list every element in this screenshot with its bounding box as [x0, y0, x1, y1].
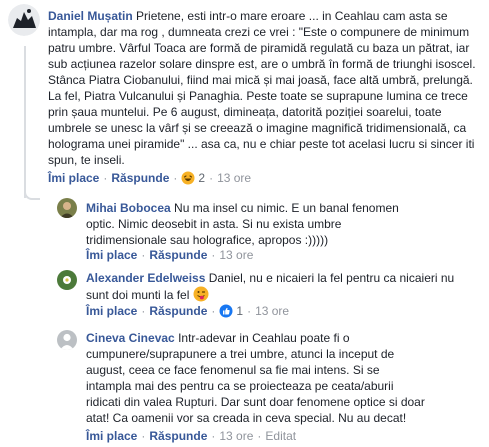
author-name[interactable]: Cineva Cinevac	[86, 331, 175, 345]
comment-alexander: Alexander Edelweiss Daniel, nu e nicaier…	[0, 266, 489, 328]
comment-cineva: Cineva Cinevac Intr-adevar in Ceahlau po…	[0, 328, 489, 447]
haha-reaction-icon[interactable]	[181, 171, 195, 185]
avatar[interactable]	[57, 270, 77, 290]
author-name[interactable]: Mihai Bobocea	[86, 201, 171, 215]
like-button[interactable]: Îmi place	[86, 248, 137, 262]
avatar[interactable]	[8, 4, 40, 36]
reaction-count[interactable]: 1	[236, 304, 243, 318]
comment-actions: Îmi place · Răspunde · 1 · 13 ore	[86, 304, 290, 318]
reply-button[interactable]: Răspunde	[149, 429, 207, 443]
like-button[interactable]: Îmi place	[86, 429, 137, 443]
timestamp[interactable]: 13 ore	[255, 304, 289, 318]
like-button[interactable]: Îmi place	[48, 171, 99, 185]
reaction-count[interactable]: 2	[198, 171, 205, 185]
author-name[interactable]: Daniel Mușatin	[48, 9, 133, 23]
comment-mihai: Mihai Bobocea Nu ma insel cu nimic. E un…	[0, 196, 489, 266]
reply-button[interactable]: Răspunde	[149, 248, 207, 262]
comment-body: Daniel Mușatin Prietene, esti intr-o mar…	[48, 8, 482, 168]
wink-tongue-emoji-icon	[193, 286, 209, 306]
comment-text: Prietene, esti intr-o mare eroare ... in…	[48, 9, 476, 167]
like-reaction-icon[interactable]	[219, 304, 233, 318]
like-button[interactable]: Îmi place	[86, 304, 137, 318]
edited-label[interactable]: Editat	[265, 429, 296, 443]
avatar[interactable]	[57, 330, 77, 350]
author-name[interactable]: Alexander Edelweiss	[86, 271, 205, 285]
comment-body: Cineva Cinevac Intr-adevar in Ceahlau po…	[86, 330, 426, 426]
reply-button[interactable]: Răspunde	[111, 171, 169, 185]
comment-daniel: Daniel Mușatin Prietene, esti intr-o mar…	[0, 0, 489, 196]
reply-button[interactable]: Răspunde	[149, 304, 207, 318]
comment-text: Intr-adevar in Ceahlau poate fi o cumpun…	[86, 331, 425, 425]
comment-actions: Îmi place · Răspunde · 13 ore · Editat	[86, 429, 297, 443]
comment-body: Alexander Edelweiss Daniel, nu e nicaier…	[86, 270, 476, 306]
avatar[interactable]	[57, 198, 77, 218]
comment-actions: Îmi place · Răspunde · 2 · 13 ore	[48, 171, 252, 185]
comment-body: Mihai Bobocea Nu ma insel cu nimic. E un…	[86, 200, 416, 248]
timestamp[interactable]: 13 ore	[219, 429, 253, 443]
timestamp[interactable]: 13 ore	[217, 171, 251, 185]
timestamp[interactable]: 13 ore	[219, 248, 253, 262]
comment-actions: Îmi place · Răspunde · 13 ore	[86, 248, 254, 262]
